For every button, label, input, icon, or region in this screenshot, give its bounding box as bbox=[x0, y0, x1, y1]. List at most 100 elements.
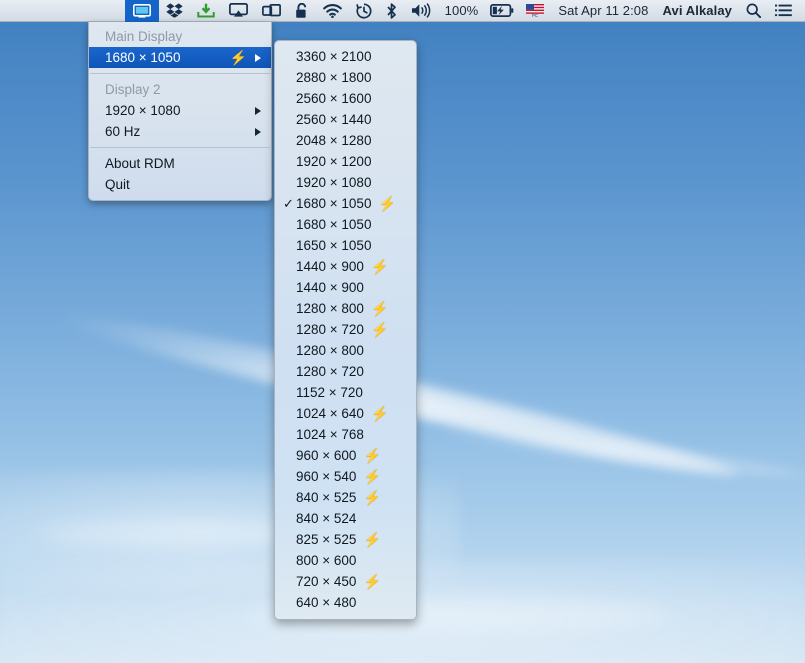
resolution-label: 1280 × 800 bbox=[296, 301, 364, 316]
clock-text: Sat Apr 11 2:08 bbox=[558, 3, 648, 18]
resolution-label: 840 × 524 bbox=[296, 511, 356, 526]
resolution-item[interactable]: 960 × 540 ⚡ bbox=[275, 466, 416, 487]
menu-item[interactable]: 60 Hz bbox=[89, 121, 271, 142]
hidpi-bolt-icon: ⚡ bbox=[363, 448, 380, 462]
resolution-label: 1920 × 1080 bbox=[296, 175, 371, 190]
resolution-label: 1680 × 1050 bbox=[296, 217, 371, 232]
resolution-label: 960 × 540 bbox=[296, 469, 356, 484]
hidpi-bolt-icon: ⚡ bbox=[378, 196, 395, 210]
download-inbox-icon[interactable] bbox=[190, 0, 222, 22]
resolution-item[interactable]: 1280 × 720 ⚡ bbox=[275, 319, 416, 340]
resolution-label: 1680 × 1050 bbox=[296, 196, 371, 211]
menu-item[interactable]: 1920 × 1080 bbox=[89, 100, 271, 121]
resolution-label: 3360 × 2100 bbox=[296, 49, 371, 64]
resolution-item[interactable]: 1024 × 768 bbox=[275, 424, 416, 445]
notification-center-icon[interactable] bbox=[768, 0, 799, 22]
menu-separator bbox=[90, 73, 270, 74]
resolution-item[interactable]: 1650 × 1050 bbox=[275, 235, 416, 256]
resolution-item[interactable]: 825 × 525 ⚡ bbox=[275, 529, 416, 550]
window-switch-icon[interactable] bbox=[255, 0, 288, 22]
hidpi-bolt-icon: ⚡ bbox=[363, 490, 380, 504]
battery-percent-text: 100% bbox=[445, 3, 479, 18]
menu-item-label: 60 Hz bbox=[105, 124, 247, 139]
hidpi-bolt-icon: ⚡ bbox=[371, 322, 388, 336]
resolution-item[interactable]: 640 × 480 bbox=[275, 592, 416, 613]
airplay-icon[interactable] bbox=[222, 0, 255, 22]
resolution-label: 1024 × 768 bbox=[296, 427, 364, 442]
resolution-item[interactable]: 2560 × 1600 bbox=[275, 88, 416, 109]
resolution-label: 720 × 450 bbox=[296, 574, 356, 589]
dropbox-icon[interactable] bbox=[159, 0, 190, 22]
resolution-item[interactable]: 2880 × 1800 bbox=[275, 67, 416, 88]
resolution-item[interactable]: 1024 × 640 ⚡ bbox=[275, 403, 416, 424]
resolution-label: 2560 × 1600 bbox=[296, 91, 371, 106]
hidpi-bolt-icon: ⚡ bbox=[363, 532, 380, 546]
hidpi-bolt-icon: ⚡ bbox=[363, 469, 380, 483]
menu-item[interactable]: 1680 × 1050 ⚡ bbox=[89, 47, 271, 68]
resolution-item[interactable]: 1920 × 1080 bbox=[275, 172, 416, 193]
wifi-icon[interactable] bbox=[316, 0, 349, 22]
menu-item[interactable]: About RDM bbox=[89, 153, 271, 174]
submenu-arrow-icon bbox=[255, 128, 261, 136]
user-menu[interactable]: Avi Alkalay bbox=[655, 0, 739, 22]
resolution-item[interactable]: 2560 × 1440 bbox=[275, 109, 416, 130]
lock-icon[interactable] bbox=[288, 0, 316, 22]
hidpi-bolt-icon: ⚡ bbox=[371, 406, 388, 420]
resolution-item[interactable]: 1440 × 900 bbox=[275, 277, 416, 298]
cloud-streak bbox=[429, 420, 805, 484]
bluetooth-icon[interactable] bbox=[379, 0, 404, 22]
clock[interactable]: Sat Apr 11 2:08 bbox=[551, 0, 655, 22]
menu-item[interactable]: Quit bbox=[89, 174, 271, 195]
hidpi-bolt-icon: ⚡ bbox=[363, 574, 380, 588]
resolution-item[interactable]: 840 × 524 bbox=[275, 508, 416, 529]
resolution-item[interactable]: 960 × 600 ⚡ bbox=[275, 445, 416, 466]
hidpi-bolt-icon: ⚡ bbox=[230, 50, 247, 64]
resolution-item[interactable]: 1280 × 720 bbox=[275, 361, 416, 382]
resolution-item[interactable]: 840 × 525 ⚡ bbox=[275, 487, 416, 508]
resolution-item[interactable]: 3360 × 2100 bbox=[275, 46, 416, 67]
resolution-item[interactable]: 800 × 600 bbox=[275, 550, 416, 571]
us-flag-icon[interactable]: PC bbox=[519, 0, 551, 22]
submenu-arrow-icon bbox=[255, 107, 261, 115]
rdm-display-icon[interactable] bbox=[125, 0, 159, 22]
menu-item-label: Quit bbox=[105, 177, 261, 192]
menu-item-label: 1920 × 1080 bbox=[105, 103, 247, 118]
resolution-item[interactable]: 1440 × 900⚡ bbox=[275, 256, 416, 277]
menu-separator bbox=[90, 147, 270, 148]
resolution-label: 840 × 525 bbox=[296, 490, 356, 505]
volume-icon[interactable] bbox=[404, 0, 438, 22]
resolution-submenu[interactable]: 3360 × 2100 2880 × 1800 2560 × 1600 2560 × … bbox=[274, 40, 417, 620]
resolution-label: 800 × 600 bbox=[296, 553, 356, 568]
resolution-label: 960 × 600 bbox=[296, 448, 356, 463]
menu-section-header: Main Display bbox=[89, 26, 271, 47]
resolution-label: 1920 × 1200 bbox=[296, 154, 371, 169]
resolution-label: 2880 × 1800 bbox=[296, 70, 371, 85]
svg-text:PC: PC bbox=[532, 13, 538, 17]
resolution-item[interactable]: 2048 × 1280 bbox=[275, 130, 416, 151]
resolution-label: 2048 × 1280 bbox=[296, 133, 371, 148]
rdm-main-menu[interactable]: Main Display 1680 × 1050 ⚡ Display 2 1920 × … bbox=[88, 22, 272, 201]
submenu-arrow-icon bbox=[255, 54, 261, 62]
resolution-label: 1024 × 640 bbox=[296, 406, 364, 421]
resolution-item[interactable]: 1280 × 800 bbox=[275, 340, 416, 361]
menu-section-header: Display 2 bbox=[89, 79, 271, 100]
user-name-text: Avi Alkalay bbox=[662, 3, 732, 18]
time-machine-icon[interactable] bbox=[349, 0, 379, 22]
menu-item-label: 1680 × 1050 bbox=[105, 50, 224, 65]
battery-percent-label[interactable]: 100% bbox=[438, 0, 486, 22]
resolution-item[interactable]: 720 × 450 ⚡ bbox=[275, 571, 416, 592]
resolution-item[interactable]: 1152 × 720 bbox=[275, 382, 416, 403]
macos-menu-bar: 100% PC Sat Apr 11 2:08 Avi Alkalay bbox=[0, 0, 805, 22]
search-icon[interactable] bbox=[739, 0, 768, 22]
resolution-label: 1280 × 720 bbox=[296, 322, 364, 337]
resolution-item[interactable]: 1920 × 1200 bbox=[275, 151, 416, 172]
resolution-label: 1440 × 900 bbox=[296, 280, 364, 295]
menu-item-label: About RDM bbox=[105, 156, 261, 171]
resolution-label: 2560 × 1440 bbox=[296, 112, 371, 127]
resolution-label: 640 × 480 bbox=[296, 595, 356, 610]
battery-charging-icon[interactable] bbox=[485, 0, 519, 22]
resolution-item[interactable]: ✓1680 × 1050⚡ bbox=[275, 193, 416, 214]
resolution-item[interactable]: 1680 × 1050 bbox=[275, 214, 416, 235]
resolution-label: 825 × 525 bbox=[296, 532, 356, 547]
resolution-item[interactable]: 1280 × 800⚡ bbox=[275, 298, 416, 319]
